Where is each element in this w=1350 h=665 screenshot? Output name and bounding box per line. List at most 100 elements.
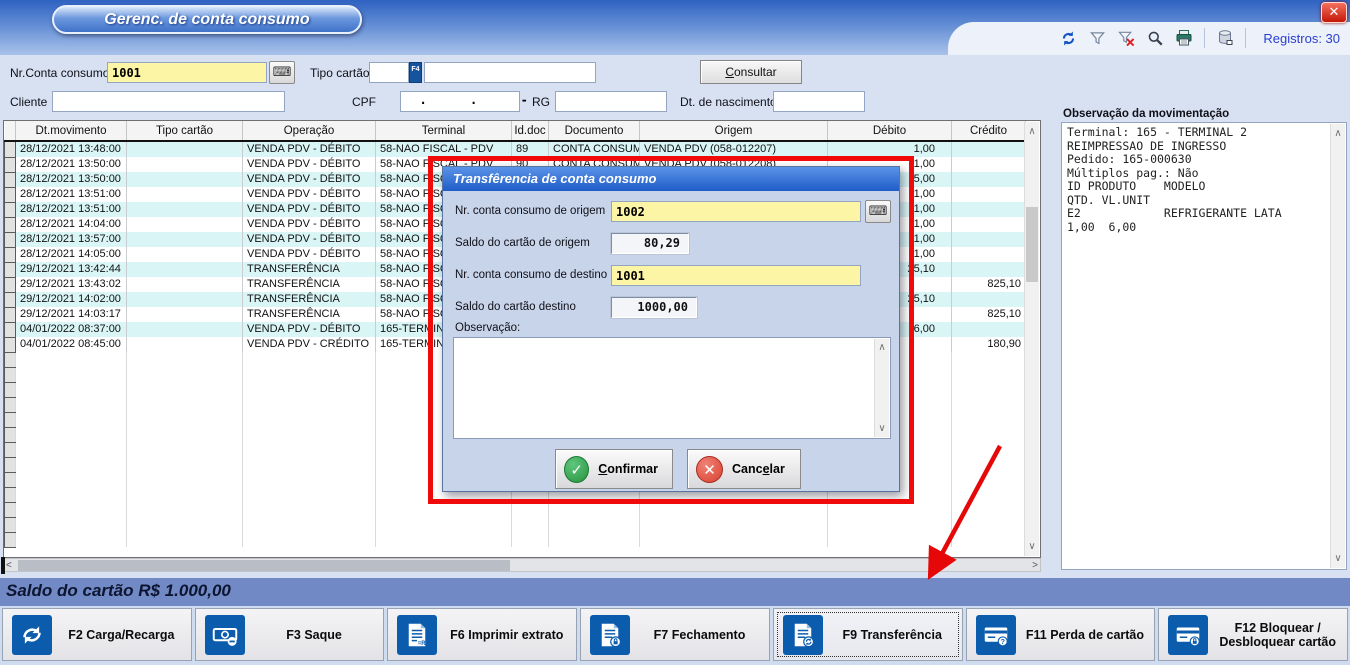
- grid-cell: 28/12/2021 13:57:00: [16, 232, 127, 247]
- nascimento-input[interactable]: [773, 91, 865, 112]
- grid-cell: [127, 172, 243, 187]
- grid-cell: [16, 487, 127, 502]
- row-indicator[interactable]: [5, 217, 16, 232]
- row-indicator[interactable]: [5, 352, 16, 367]
- f6-imprimir-extrato-button[interactable]: =R$ F6 Imprimir extrato: [387, 608, 577, 661]
- row-indicator[interactable]: [5, 367, 16, 382]
- observacao-textarea[interactable]: ∧ ∨: [453, 337, 891, 439]
- scroll-down-icon[interactable]: ∨: [1331, 553, 1345, 564]
- grid-cell: 28/12/2021 13:51:00: [16, 187, 127, 202]
- search-icon[interactable]: [1146, 29, 1164, 47]
- row-indicator[interactable]: [5, 532, 16, 547]
- row-indicator[interactable]: [5, 277, 16, 292]
- scroll-thumb[interactable]: [1026, 207, 1038, 282]
- scroll-left-icon[interactable]: <: [6, 559, 12, 572]
- export-icon[interactable]: [1216, 29, 1234, 47]
- grid-cell: [512, 532, 549, 547]
- row-indicator[interactable]: [5, 322, 16, 337]
- f12-bloquear-desbloquear-button[interactable]: F12 Bloquear / Desbloquear cartão: [1158, 608, 1348, 661]
- row-indicator[interactable]: [5, 382, 16, 397]
- grid-cell: [549, 517, 640, 532]
- keyboard-icon[interactable]: ⌨: [269, 61, 295, 84]
- grid-cell: 29/12/2021 13:43:02: [16, 277, 127, 292]
- row-indicator[interactable]: [5, 487, 16, 502]
- grid-cell: [127, 502, 243, 517]
- cliente-input[interactable]: [52, 91, 285, 112]
- transfer-icon: [783, 615, 823, 655]
- filter-icon[interactable]: [1088, 29, 1106, 47]
- scroll-down-icon[interactable]: ∨: [875, 423, 889, 434]
- f2-carga-recarga-button[interactable]: F2 Carga/Recarga: [2, 608, 192, 661]
- refresh-icon[interactable]: [1059, 29, 1077, 47]
- row-indicator[interactable]: [5, 157, 16, 172]
- f9-transferencia-button[interactable]: F9 Transferência: [773, 608, 963, 661]
- f3-saque-button[interactable]: F3 Saque: [195, 608, 385, 661]
- panel-vertical-scrollbar[interactable]: ∧ ∨: [1330, 124, 1345, 568]
- scroll-thumb[interactable]: [18, 560, 510, 571]
- tipo-cartao-label: Tipo cartão: [310, 66, 370, 80]
- row-indicator[interactable]: [5, 292, 16, 307]
- f4-lookup-button[interactable]: F4: [409, 62, 422, 83]
- cpf-input[interactable]: . . -: [400, 91, 520, 112]
- print-icon[interactable]: [1175, 29, 1193, 47]
- scroll-down-icon[interactable]: ∨: [1025, 541, 1039, 552]
- row-indicator[interactable]: [5, 457, 16, 472]
- grid-horizontal-scrollbar[interactable]: < >: [3, 558, 1041, 572]
- column-header[interactable]: Documento: [549, 121, 640, 141]
- grid-cell: [127, 157, 243, 172]
- row-indicator[interactable]: [5, 172, 16, 187]
- column-header[interactable]: Débito: [828, 121, 952, 141]
- rg-input[interactable]: [555, 91, 667, 112]
- scroll-up-icon[interactable]: ∧: [875, 342, 889, 353]
- row-indicator[interactable]: [5, 337, 16, 352]
- row-indicator[interactable]: [5, 412, 16, 427]
- nr-conta-input[interactable]: [107, 62, 267, 83]
- keyboard-icon[interactable]: ⌨: [865, 200, 891, 223]
- origem-input[interactable]: [611, 201, 861, 222]
- confirmar-button[interactable]: ✓ Confirmar: [555, 449, 673, 489]
- column-header[interactable]: Tipo cartão: [127, 121, 243, 141]
- textarea-vertical-scrollbar[interactable]: ∧ ∨: [874, 339, 889, 437]
- column-header[interactable]: Crédito: [952, 121, 1026, 141]
- block-card-icon: [1168, 615, 1208, 655]
- row-indicator[interactable]: [5, 397, 16, 412]
- table-row[interactable]: 28/12/2021 13:48:00VENDA PDV - DÉBITO58-…: [5, 141, 1026, 157]
- row-indicator[interactable]: [5, 202, 16, 217]
- scroll-right-icon[interactable]: >: [1032, 559, 1038, 572]
- cancelar-button[interactable]: ✕ Cancelar: [687, 449, 801, 489]
- scroll-up-icon[interactable]: ∧: [1331, 128, 1345, 139]
- grid-corner: [5, 121, 16, 141]
- grid-vertical-scrollbar[interactable]: ∧ ∨: [1024, 122, 1039, 556]
- grid-cell: 89: [512, 141, 549, 157]
- row-indicator[interactable]: [5, 307, 16, 322]
- grid-cell: [952, 187, 1026, 202]
- grid-cell: [640, 532, 828, 547]
- row-indicator[interactable]: [5, 232, 16, 247]
- close-icon[interactable]: ✕: [1321, 2, 1347, 23]
- column-header[interactable]: Terminal: [376, 121, 512, 141]
- row-indicator[interactable]: [5, 141, 16, 157]
- column-header[interactable]: Dt.movimento: [16, 121, 127, 141]
- f11-perda-cartao-button[interactable]: ? F11 Perda de cartão: [966, 608, 1156, 661]
- row-indicator[interactable]: [5, 247, 16, 262]
- grid-cell: [243, 487, 376, 502]
- column-header[interactable]: Operação: [243, 121, 376, 141]
- grid-cell: [16, 382, 127, 397]
- tipo-cartao-desc-input[interactable]: [424, 62, 596, 83]
- row-indicator[interactable]: [5, 187, 16, 202]
- column-header[interactable]: Id.doc: [512, 121, 549, 141]
- row-indicator[interactable]: [5, 427, 16, 442]
- scroll-up-icon[interactable]: ∧: [1025, 126, 1039, 137]
- column-header[interactable]: Origem: [640, 121, 828, 141]
- row-indicator[interactable]: [5, 262, 16, 277]
- f7-fechamento-button[interactable]: F7 Fechamento: [580, 608, 770, 661]
- row-indicator[interactable]: [5, 472, 16, 487]
- row-indicator[interactable]: [5, 517, 16, 532]
- row-indicator[interactable]: [5, 442, 16, 457]
- row-indicator[interactable]: [5, 502, 16, 517]
- destino-input[interactable]: [611, 265, 861, 286]
- filter-clear-icon[interactable]: [1117, 29, 1135, 47]
- tipo-cartao-code-input[interactable]: [369, 62, 409, 83]
- consultar-button[interactable]: Consultar: [700, 60, 802, 84]
- saldo-origem-label: Saldo do cartão de origem: [455, 237, 590, 249]
